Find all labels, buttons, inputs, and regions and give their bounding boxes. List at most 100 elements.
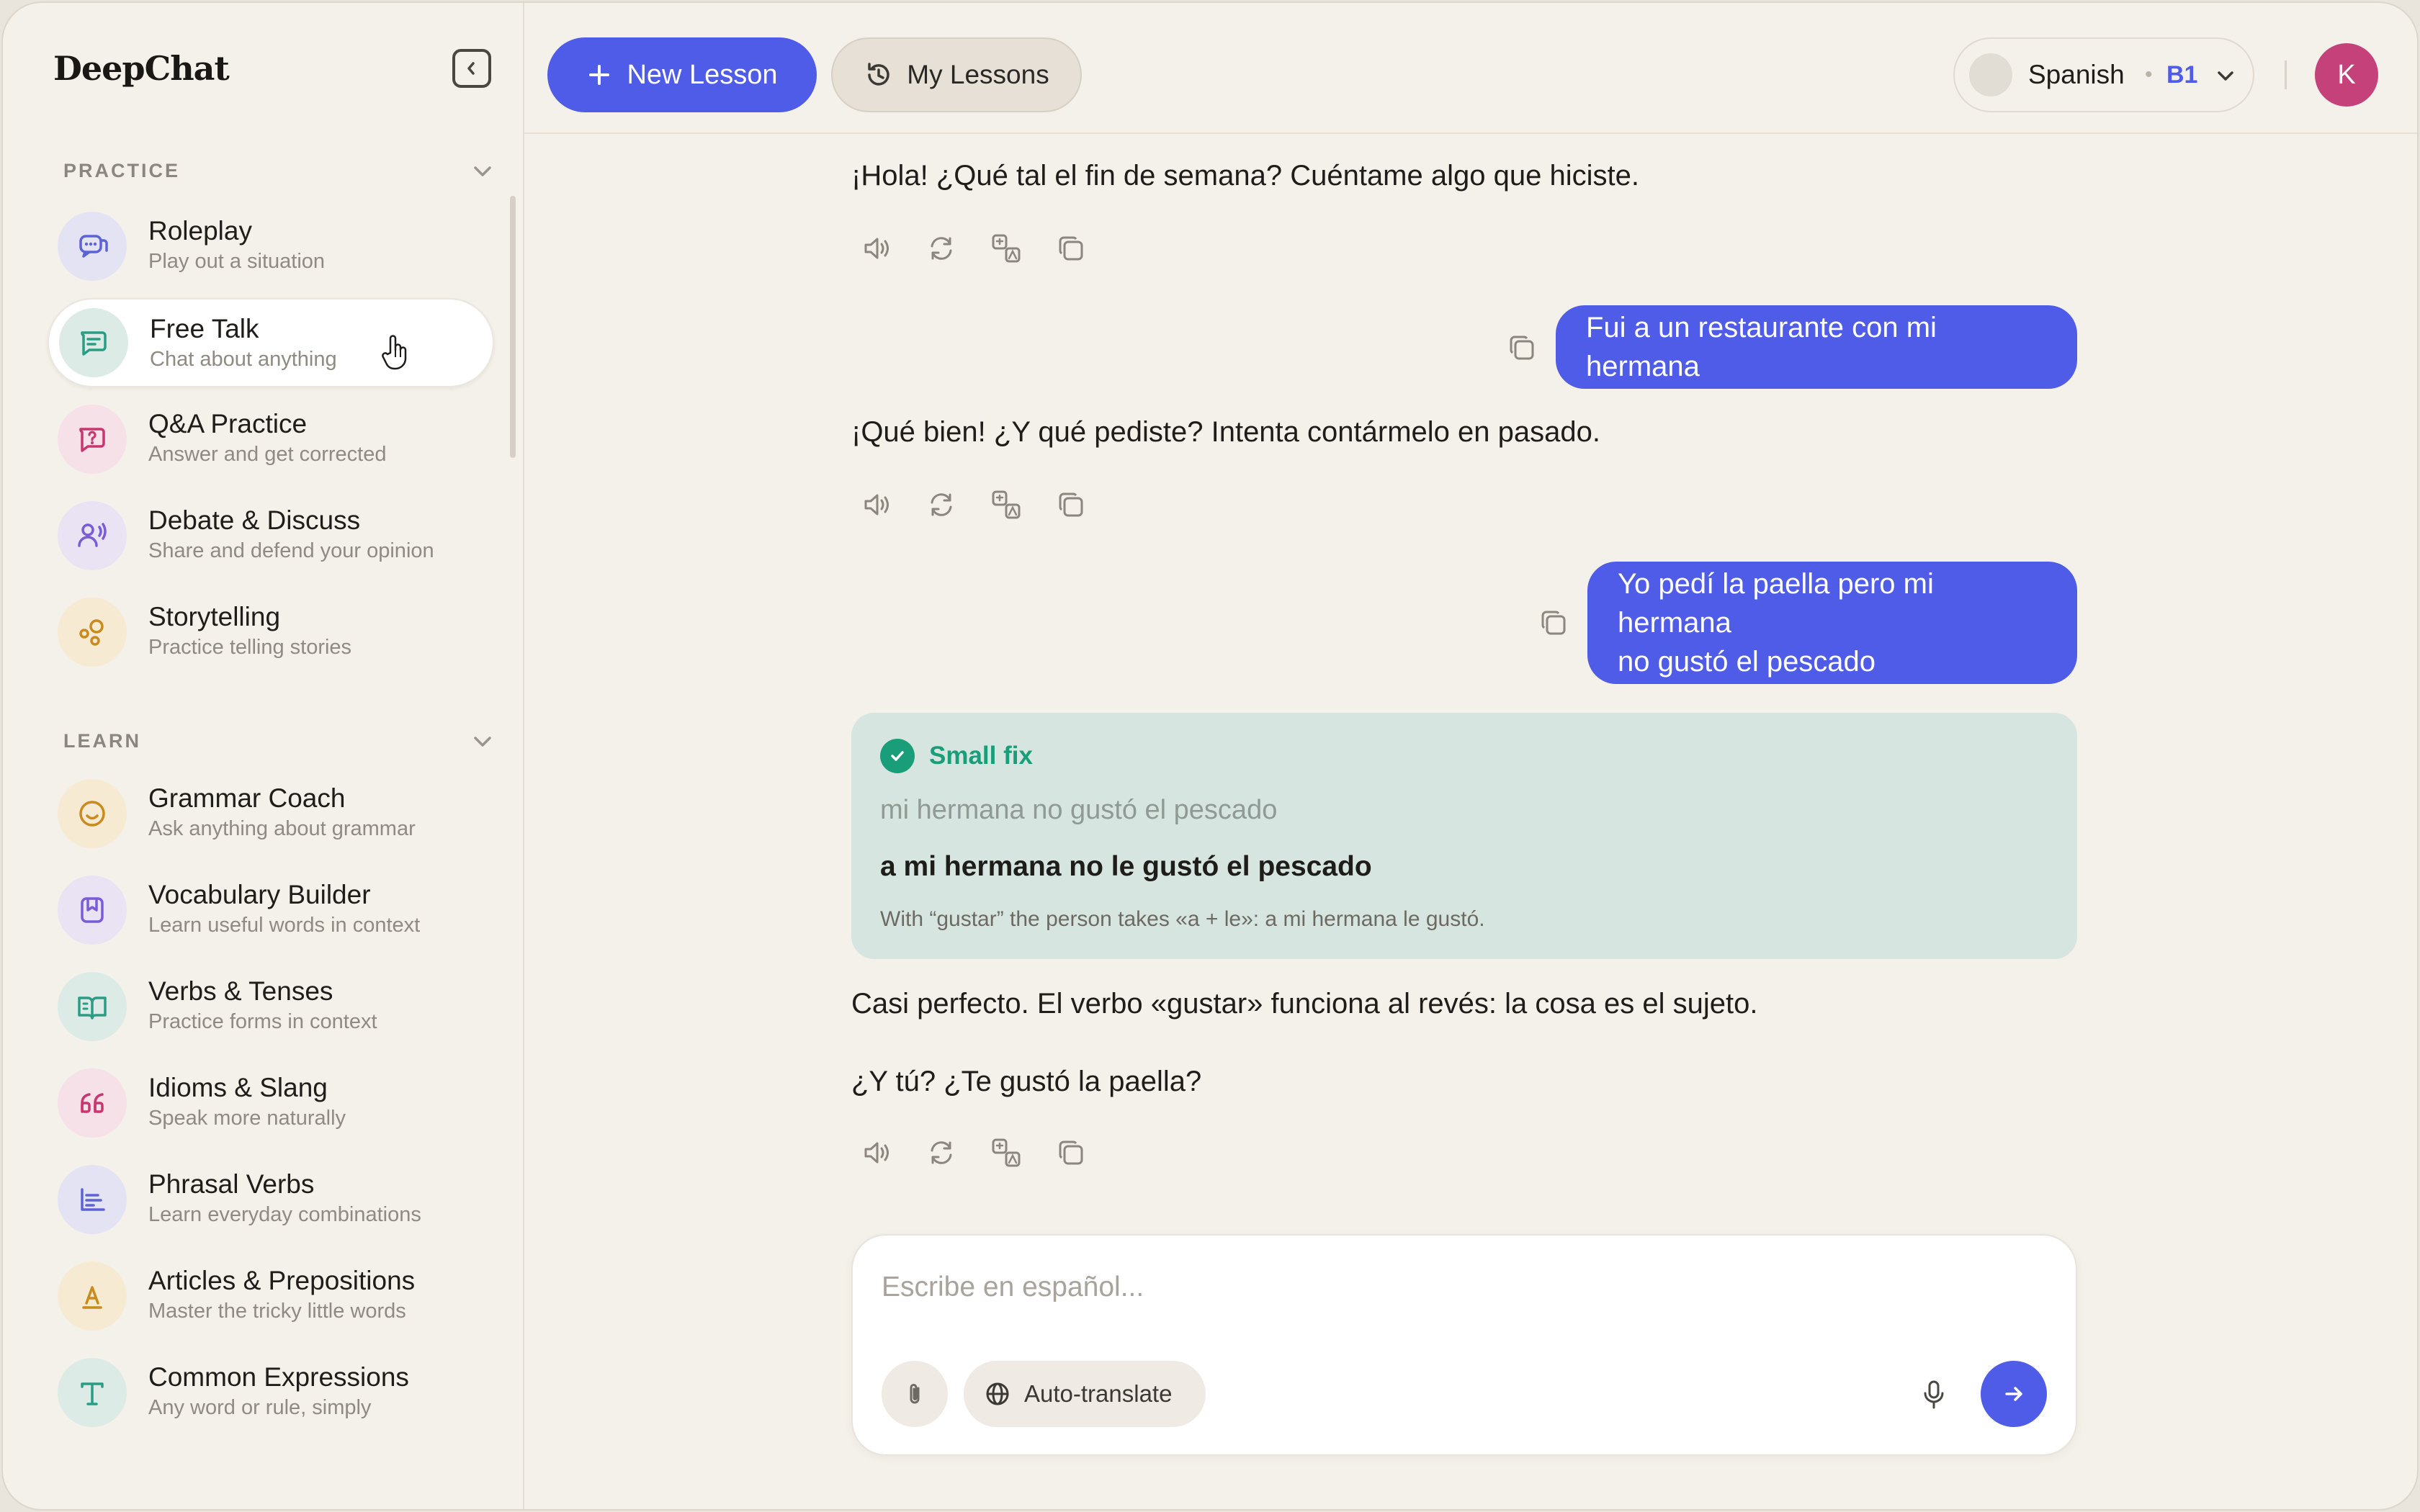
- user-avatar[interactable]: K: [2315, 43, 2378, 107]
- section-learn-label: LEARN: [63, 730, 141, 752]
- sidebar-item-debate-discuss[interactable]: Debate & Discuss Share and defend your o…: [48, 491, 494, 580]
- sidebar-item-title: Storytelling: [148, 602, 281, 631]
- language-name: Spanish: [2028, 60, 2125, 89]
- arrow-right-icon: [2005, 1387, 2022, 1401]
- quote-icon: [58, 1068, 127, 1138]
- speaker-icon[interactable]: [860, 1136, 893, 1169]
- sidebar-item-subtitle: Any word or rule, simply: [148, 1396, 372, 1419]
- copy-icon[interactable]: [1054, 488, 1088, 521]
- sidebar-item-grammar-coach[interactable]: Grammar Coach Ask anything about grammar: [48, 769, 494, 858]
- sidebar-item-title: Free Talk: [150, 314, 259, 343]
- message-icon: [59, 308, 128, 377]
- my-lessons-button[interactable]: My Lessons: [831, 37, 1082, 112]
- translate-icon[interactable]: [990, 232, 1023, 265]
- new-lesson-label: New Lesson: [627, 59, 778, 90]
- header-divider-line: [524, 132, 2417, 134]
- sidebar-item-verbs-tenses[interactable]: Verbs & Tenses Practice forms in context: [48, 962, 494, 1051]
- book-open-icon: [58, 972, 127, 1041]
- sidebar-item-subtitle: Master the tricky little words: [148, 1300, 406, 1323]
- level-badge: B1: [2166, 60, 2198, 89]
- sidebar-item-title: Vocabulary Builder: [148, 880, 371, 909]
- hand-cursor-icon: [382, 335, 407, 370]
- sidebar-item-subtitle: Practice telling stories: [148, 636, 352, 659]
- sidebar-item-title: Phrasal Verbs: [148, 1169, 315, 1199]
- sidebar-item-subtitle: Learn useful words in context: [148, 914, 421, 937]
- sidebar-item-subtitle: Speak more naturally: [148, 1107, 346, 1130]
- app-window: DeepChat PRACTICE Roleplay Play out a si…: [1, 1, 2419, 1511]
- user-message-line-2: no gustó el pescado: [1618, 646, 1876, 678]
- sidebar-item-storytelling[interactable]: Storytelling Practice telling stories: [48, 588, 494, 677]
- sidebar-item-text: Roleplay Play out a situation: [148, 215, 325, 275]
- auto-translate-toggle[interactable]: Auto-translate: [964, 1361, 1206, 1427]
- correction-explanation: With “gustar” the person takes «a + le»:…: [880, 907, 1485, 931]
- sidebar-item-title: Idioms & Slang: [148, 1073, 328, 1102]
- corrected-text: a mi hermana no le gustó el pescado: [880, 851, 1372, 882]
- sidebar-item-vocabulary-builder[interactable]: Vocabulary Builder Learn useful words in…: [48, 865, 494, 955]
- lines-icon: [58, 1165, 127, 1234]
- user-message: Fui a un restaurante con mi hermana: [1556, 305, 2077, 389]
- language-separator: •: [2145, 63, 2153, 86]
- sidebar-item-subtitle: Ask anything about grammar: [148, 817, 416, 840]
- correction-card: Small fix mi hermana no gustó el pescado…: [851, 713, 2077, 959]
- sidebar-item-text: Storytelling Practice telling stories: [148, 600, 351, 661]
- sidebar-item-phrasal-verbs[interactable]: Phrasal Verbs Learn everyday combination…: [48, 1155, 494, 1244]
- sidebar-item-free-talk[interactable]: Free Talk Chat about anything: [48, 298, 494, 387]
- sidebar-item-subtitle: Answer and get corrected: [148, 443, 387, 466]
- sidebar-item-subtitle: Chat about anything: [150, 348, 337, 371]
- sidebar-item-subtitle: Practice forms in context: [148, 1010, 377, 1033]
- translate-icon[interactable]: [990, 1136, 1023, 1169]
- sidebar-item-title: Verbs & Tenses: [148, 976, 333, 1006]
- sidebar-item-subtitle: Learn everyday combinations: [148, 1203, 421, 1226]
- microphone-button[interactable]: [1916, 1377, 1952, 1413]
- chevron-down-icon[interactable]: [468, 157, 497, 186]
- sidebar-item-common-expressions[interactable]: Common Expressions Any word or rule, sim…: [48, 1348, 494, 1437]
- speaker-icon[interactable]: [860, 488, 893, 521]
- sidebar-item-text: Q&A Practice Answer and get corrected: [148, 408, 386, 468]
- chat-bubbles-icon: [58, 212, 127, 281]
- question-bubble-icon: [58, 405, 127, 474]
- language-selector[interactable]: Spanish • B1: [1953, 37, 2254, 112]
- speaker-icon[interactable]: [860, 232, 893, 265]
- sidebar-item-text: Common Expressions Any word or rule, sim…: [148, 1361, 409, 1421]
- regenerate-icon[interactable]: [925, 232, 958, 265]
- user-message-text: Fui a un restaurante con mi hermana: [1586, 312, 1937, 382]
- ai-message: ¿Y tú? ¿Te gustó la paella?: [851, 1066, 1202, 1097]
- chevron-down-icon[interactable]: [468, 727, 497, 756]
- sidebar-item-q-a-practice[interactable]: Q&A Practice Answer and get corrected: [48, 395, 494, 484]
- message-actions: [860, 1136, 1088, 1169]
- paperclip-icon: [910, 1384, 920, 1404]
- letter-a-icon: [58, 1261, 127, 1331]
- sidebar-item-text: Articles & Prepositions Master the trick…: [148, 1264, 415, 1325]
- regenerate-icon[interactable]: [925, 488, 958, 521]
- sidebar-item-title: Roleplay: [148, 216, 252, 246]
- sidebar-item-subtitle: Play out a situation: [148, 250, 326, 273]
- sidebar-item-roleplay[interactable]: Roleplay Play out a situation: [48, 202, 494, 291]
- copy-icon[interactable]: [1054, 232, 1088, 265]
- copy-icon[interactable]: [1505, 331, 1538, 364]
- copy-icon[interactable]: [1537, 606, 1570, 639]
- send-button[interactable]: [1981, 1361, 2047, 1427]
- regenerate-icon[interactable]: [925, 1136, 958, 1169]
- microphone-icon: [1924, 1380, 1944, 1409]
- globe-icon: [986, 1382, 1009, 1405]
- translate-icon[interactable]: [990, 488, 1023, 521]
- sidebar-item-title: Common Expressions: [148, 1362, 409, 1392]
- app-logo: DeepChat: [53, 49, 230, 88]
- sidebar-item-articles-prepositions[interactable]: Articles & Prepositions Master the trick…: [48, 1251, 494, 1341]
- attach-button[interactable]: [882, 1361, 948, 1427]
- message-actions: [860, 488, 1088, 521]
- sidebar-scrollbar[interactable]: [510, 196, 516, 458]
- original-text: mi hermana no gustó el pescado: [880, 795, 1278, 825]
- sidebar-item-idioms-slang[interactable]: Idioms & Slang Speak more naturally: [48, 1058, 494, 1148]
- new-lesson-button[interactable]: New Lesson: [547, 37, 817, 112]
- copy-icon[interactable]: [1054, 1136, 1088, 1169]
- sidebar-toggle-icon: [467, 62, 475, 75]
- history-icon: [868, 63, 890, 86]
- message-composer: Auto-translate: [851, 1234, 2077, 1456]
- message-input[interactable]: [882, 1266, 2034, 1309]
- ai-message: ¡Hola! ¿Qué tal el fin de semana? Cuénta…: [851, 160, 1639, 192]
- correction-title: Small fix: [929, 742, 1033, 770]
- sidebar-item-text: Free Talk Chat about anything: [150, 312, 337, 373]
- smile-icon: [58, 779, 127, 848]
- collapse-sidebar-button[interactable]: [452, 49, 491, 88]
